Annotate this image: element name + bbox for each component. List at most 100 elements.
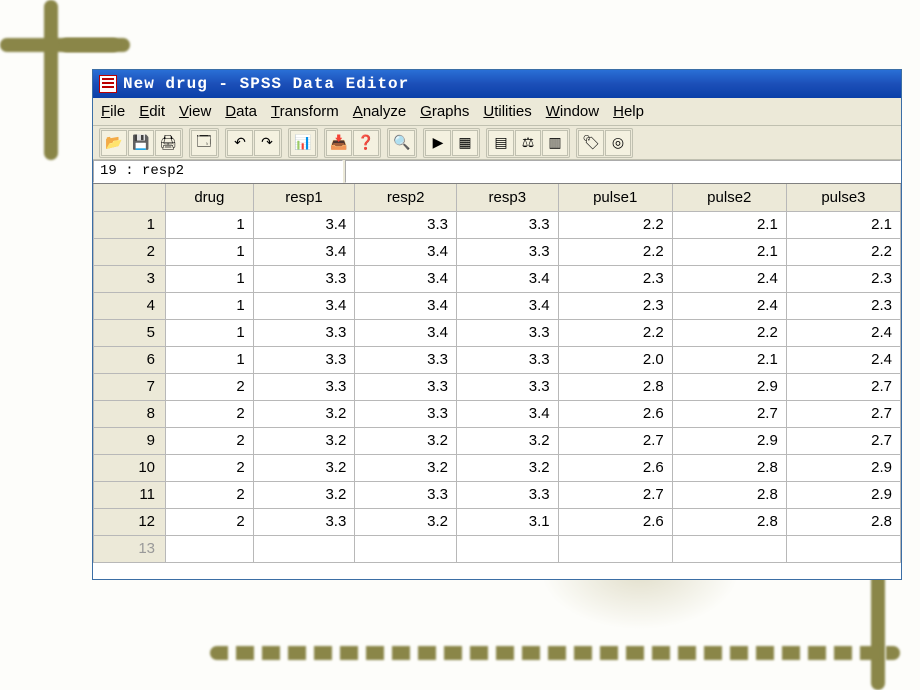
cell[interactable]: 2.9 — [672, 427, 786, 454]
cell[interactable] — [253, 535, 355, 562]
goto-chart-icon[interactable]: 📊 — [290, 130, 316, 156]
cell[interactable]: 2.4 — [786, 346, 900, 373]
table-row[interactable]: 13 — [94, 535, 901, 562]
save-icon[interactable]: 💾 — [128, 130, 154, 156]
cell[interactable]: 3.2 — [355, 454, 457, 481]
row-header[interactable]: 11 — [94, 481, 166, 508]
cell[interactable]: 2.8 — [786, 508, 900, 535]
cell[interactable]: 3.4 — [355, 265, 457, 292]
cell[interactable]: 2 — [166, 427, 254, 454]
cell[interactable]: 3.4 — [253, 292, 355, 319]
cell[interactable]: 3.1 — [456, 508, 558, 535]
dialog-recall-icon[interactable]: 🗔 — [191, 130, 217, 156]
table-row[interactable]: 723.33.33.32.82.92.7 — [94, 373, 901, 400]
cell[interactable]: 3.3 — [355, 346, 457, 373]
insert-case-icon[interactable]: ▶ — [425, 130, 451, 156]
cell[interactable]: 1 — [166, 346, 254, 373]
titlebar[interactable]: New drug - SPSS Data Editor — [93, 70, 901, 98]
table-row[interactable]: 513.33.43.32.22.22.4 — [94, 319, 901, 346]
menu-analyze[interactable]: Analyze — [353, 103, 406, 120]
cell[interactable]: 1 — [166, 211, 254, 238]
menu-help[interactable]: Help — [613, 103, 644, 120]
cell[interactable]: 3.4 — [456, 400, 558, 427]
cell[interactable]: 3.3 — [253, 508, 355, 535]
select-cases-icon[interactable]: ▥ — [542, 130, 568, 156]
cell[interactable]: 2.2 — [786, 238, 900, 265]
cell[interactable]: 2 — [166, 400, 254, 427]
table-row[interactable]: 1123.23.33.32.72.82.9 — [94, 481, 901, 508]
cell[interactable]: 1 — [166, 292, 254, 319]
cell[interactable]: 2 — [166, 481, 254, 508]
cell[interactable]: 3.4 — [456, 265, 558, 292]
insert-var-icon[interactable]: ▦ — [452, 130, 478, 156]
cell[interactable]: 2.1 — [672, 211, 786, 238]
cell[interactable]: 2.7 — [786, 427, 900, 454]
cell[interactable]: 1 — [166, 238, 254, 265]
cell[interactable]: 3.4 — [253, 238, 355, 265]
row-header[interactable]: 4 — [94, 292, 166, 319]
menu-view[interactable]: View — [179, 103, 211, 120]
redo-icon[interactable]: ↷ — [254, 130, 280, 156]
cell[interactable]: 2.9 — [786, 454, 900, 481]
cell[interactable]: 3.4 — [355, 292, 457, 319]
menu-file[interactable]: File — [101, 103, 125, 120]
cell[interactable]: 2.6 — [558, 400, 672, 427]
table-row[interactable]: 1223.33.23.12.62.82.8 — [94, 508, 901, 535]
cell[interactable]: 3.2 — [253, 481, 355, 508]
cell[interactable]: 3.3 — [456, 319, 558, 346]
cell[interactable] — [355, 535, 457, 562]
variables-icon[interactable]: ❓ — [353, 130, 379, 156]
cell[interactable]: 2.6 — [558, 508, 672, 535]
cell[interactable]: 3.4 — [253, 211, 355, 238]
cell[interactable]: 2 — [166, 508, 254, 535]
cell[interactable] — [166, 535, 254, 562]
cell[interactable]: 2.6 — [558, 454, 672, 481]
table-row[interactable]: 313.33.43.42.32.42.3 — [94, 265, 901, 292]
find-icon[interactable]: 🔍 — [389, 130, 415, 156]
cell[interactable]: 2.2 — [672, 319, 786, 346]
row-header[interactable]: 8 — [94, 400, 166, 427]
cell[interactable]: 3.2 — [253, 454, 355, 481]
cell[interactable]: 3.4 — [355, 238, 457, 265]
cell[interactable] — [456, 535, 558, 562]
cell[interactable]: 3.2 — [253, 400, 355, 427]
table-row[interactable]: 823.23.33.42.62.72.7 — [94, 400, 901, 427]
cell[interactable]: 2.7 — [558, 427, 672, 454]
row-header[interactable]: 6 — [94, 346, 166, 373]
table-row[interactable]: 113.43.33.32.22.12.1 — [94, 211, 901, 238]
cell[interactable] — [558, 535, 672, 562]
column-header[interactable]: pulse2 — [672, 184, 786, 211]
cell[interactable]: 2.1 — [786, 211, 900, 238]
cell[interactable]: 2.4 — [672, 265, 786, 292]
row-header[interactable]: 9 — [94, 427, 166, 454]
row-header[interactable]: 12 — [94, 508, 166, 535]
column-header[interactable]: resp1 — [253, 184, 355, 211]
cell[interactable]: 2 — [166, 373, 254, 400]
undo-icon[interactable]: ↶ — [227, 130, 253, 156]
value-labels-icon[interactable]: 🏷 — [578, 130, 604, 156]
cell[interactable]: 2.2 — [558, 211, 672, 238]
column-header[interactable]: resp2 — [355, 184, 457, 211]
row-header[interactable]: 5 — [94, 319, 166, 346]
cell[interactable]: 2.8 — [672, 454, 786, 481]
cell[interactable]: 3.3 — [355, 400, 457, 427]
cell[interactable]: 2.3 — [558, 265, 672, 292]
cell[interactable]: 2.3 — [786, 265, 900, 292]
cell[interactable]: 2.7 — [786, 373, 900, 400]
menu-edit[interactable]: Edit — [139, 103, 165, 120]
cell[interactable]: 3.3 — [253, 319, 355, 346]
column-header[interactable]: drug — [166, 184, 254, 211]
cell[interactable] — [672, 535, 786, 562]
cell[interactable]: 2.8 — [672, 481, 786, 508]
cell[interactable]: 2.1 — [672, 238, 786, 265]
open-icon[interactable]: 📂 — [101, 130, 127, 156]
cell[interactable]: 3.2 — [355, 508, 457, 535]
goto-case-icon[interactable]: 📥 — [326, 130, 352, 156]
cell[interactable]: 3.3 — [355, 481, 457, 508]
column-header[interactable]: pulse1 — [558, 184, 672, 211]
cell[interactable]: 3.3 — [456, 481, 558, 508]
cell[interactable]: 2.7 — [558, 481, 672, 508]
cell[interactable]: 2.4 — [786, 319, 900, 346]
cell[interactable]: 2.3 — [558, 292, 672, 319]
cell-reference-value[interactable] — [345, 160, 901, 183]
